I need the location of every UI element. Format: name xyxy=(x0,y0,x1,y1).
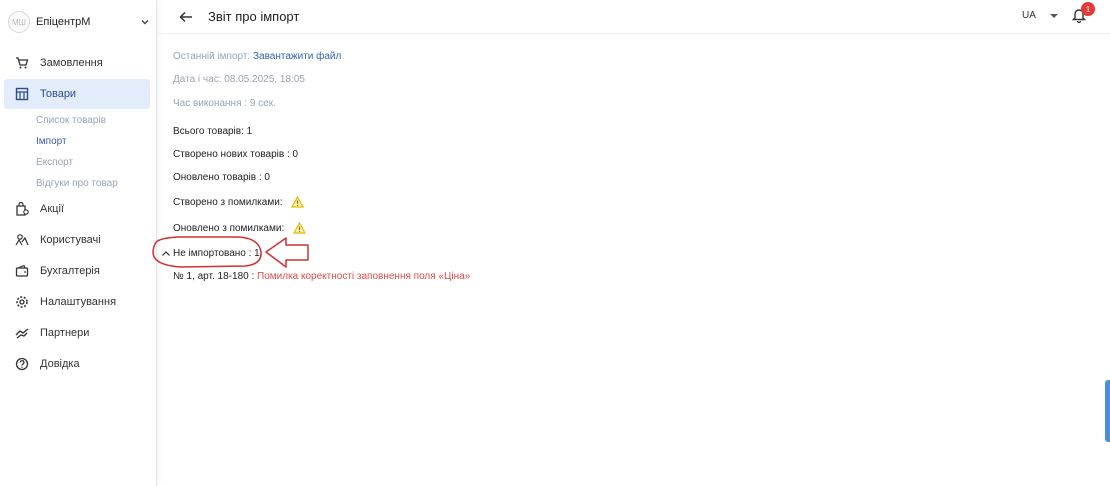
sidebar-item-label: Налаштування xyxy=(40,296,117,308)
users-icon xyxy=(14,232,30,248)
last-import-row: Останній імпорт: Завантажити файл xyxy=(173,51,341,62)
sidebar-item-label: Товари xyxy=(40,88,77,100)
updated-with-errors-label: Оновлено з помилками: xyxy=(173,223,285,234)
sidebar-item-label: Довідка xyxy=(40,358,80,370)
store-switcher[interactable]: МШ ЕпіцентрМ xyxy=(8,10,154,34)
avatar: МШ xyxy=(8,11,30,33)
created-with-errors-row: Створено з помилками: xyxy=(173,195,305,211)
updated-products: Оновлено товарів : 0 xyxy=(173,172,270,183)
gear-icon xyxy=(14,294,30,310)
error-item-message: Помилка коректності заповнення поля «Цін… xyxy=(257,271,471,282)
sidebar-item-label: Замовлення xyxy=(40,57,103,69)
warning-icon xyxy=(293,221,307,237)
sidebar-subitem-product-list[interactable]: Список товарів xyxy=(36,115,106,126)
annotation-overlay xyxy=(152,236,309,268)
chevron-up-icon[interactable] xyxy=(161,248,171,258)
sidebar-item-accounting[interactable]: Бухгалтерія xyxy=(4,256,150,286)
sidebar-item-partners[interactable]: Партнери xyxy=(4,318,150,348)
help-circle-icon xyxy=(14,356,30,372)
import-datetime: Дата і час: 08.05.2025, 18:05 xyxy=(173,74,305,85)
sidebar-subitem-reviews[interactable]: Відгуки про товар xyxy=(36,178,118,189)
download-file-link[interactable]: Завантажити файл xyxy=(253,51,341,62)
sidebar-item-label: Партнери xyxy=(40,327,90,339)
sidebar-item-label: Користувачі xyxy=(40,234,101,246)
not-imported-toggle[interactable]: Не імпортовано : 1 xyxy=(173,248,260,259)
created-products: Створено нових товарів : 0 xyxy=(173,149,299,160)
product-box-icon xyxy=(14,86,30,102)
sidebar-item-users[interactable]: Користувачі xyxy=(4,225,150,255)
sidebar-item-promotions[interactable]: Акції xyxy=(4,194,150,224)
updated-with-errors-row: Оновлено з помилками: xyxy=(173,221,307,237)
warning-icon xyxy=(291,195,305,211)
annotation-arrow xyxy=(265,237,309,268)
error-list-item: № 1, арт. 18-180 : Помилка коректності з… xyxy=(173,271,470,282)
last-import-label: Останній імпорт: xyxy=(173,51,251,62)
sidebar: МШ ЕпіцентрМ Замовлення Товари Список то… xyxy=(0,0,157,486)
language-select[interactable]: UA xyxy=(1022,10,1058,21)
sidebar-item-settings[interactable]: Налаштування xyxy=(4,287,150,317)
import-duration: Час виконання : 9 сек. xyxy=(173,98,276,109)
sidebar-item-orders[interactable]: Замовлення xyxy=(4,48,150,78)
sidebar-item-products[interactable]: Товари xyxy=(4,79,150,109)
created-with-errors-label: Створено з помилками: xyxy=(173,197,283,208)
page-title: Звіт про імпорт xyxy=(208,9,300,24)
notification-badge: 1 xyxy=(1081,2,1095,16)
sidebar-item-label: Бухгалтерія xyxy=(40,265,100,277)
total-products: Всього товарів: 1 xyxy=(173,126,253,137)
sidebar-item-label: Акції xyxy=(40,203,64,215)
error-item-prefix: № 1, арт. 18-180 : xyxy=(173,271,255,282)
caret-down-icon xyxy=(1049,13,1058,18)
sidebar-item-help[interactable]: Довідка xyxy=(4,349,150,379)
page-header: Звіт про імпорт UA 1 xyxy=(158,0,1110,34)
wallet-icon xyxy=(14,263,30,279)
promo-bag-icon xyxy=(14,201,30,217)
chevron-down-icon[interactable] xyxy=(136,13,154,31)
sidebar-subitem-export[interactable]: Експорт xyxy=(36,157,73,168)
language-value: UA xyxy=(1022,10,1036,21)
store-name: ЕпіцентрМ xyxy=(36,16,91,28)
side-panel-handle[interactable] xyxy=(1105,380,1110,442)
sidebar-subitem-import[interactable]: Імпорт xyxy=(36,136,67,147)
cart-icon xyxy=(14,55,30,71)
handshake-icon xyxy=(14,325,30,341)
back-arrow-icon[interactable] xyxy=(176,8,196,26)
